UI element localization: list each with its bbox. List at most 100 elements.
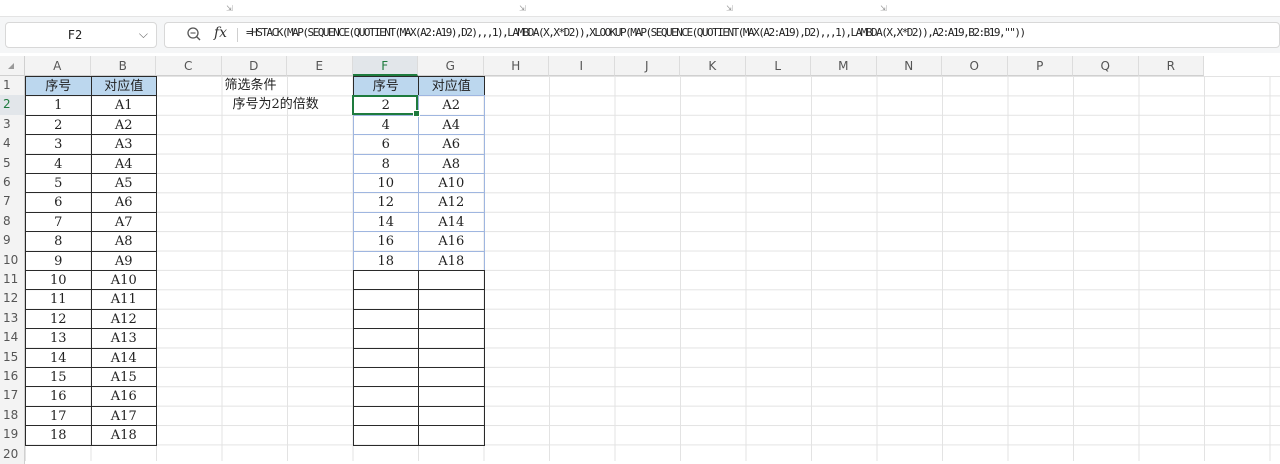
result-table-cell[interactable]: 12: [352, 192, 419, 213]
source-table-cell[interactable]: A13: [90, 328, 157, 349]
result-table-cell[interactable]: A18: [418, 250, 485, 271]
source-table-cell[interactable]: 17: [25, 405, 92, 427]
result-table-empty-cell[interactable]: [352, 386, 419, 407]
ribbon-group-launcher-icon[interactable]: ⇲: [880, 4, 887, 13]
result-table-empty-cell[interactable]: [352, 270, 419, 291]
result-table-cell[interactable]: 4: [352, 114, 419, 136]
result-table-empty-cell[interactable]: [352, 425, 419, 446]
fx-icon[interactable]: fx: [214, 25, 227, 41]
row-header-6[interactable]: 6: [0, 173, 25, 193]
result-table-cell[interactable]: 10: [352, 173, 419, 194]
column-header-l[interactable]: L: [745, 56, 811, 76]
row-header-9[interactable]: 9: [0, 231, 25, 251]
source-table-cell[interactable]: A16: [90, 386, 157, 407]
cell-grid[interactable]: [25, 76, 1280, 461]
result-table-empty-cell[interactable]: [418, 405, 485, 427]
row-header-1[interactable]: 1: [0, 76, 25, 96]
row-header-15[interactable]: 15: [0, 347, 25, 367]
row-header-10[interactable]: 10: [0, 250, 25, 270]
result-table-header[interactable]: 对应值: [418, 76, 485, 97]
source-table-cell[interactable]: A11: [90, 289, 157, 310]
source-table-cell[interactable]: 7: [25, 211, 92, 233]
result-table-cell[interactable]: 8: [352, 153, 419, 174]
spreadsheet-grid[interactable]: A B C D E F G H I J K L M N O P Q R 1 2 3 4 5 6 7 8 9 10 11 12 13 14 15 1…: [0, 56, 1280, 464]
result-table-empty-cell[interactable]: [352, 367, 419, 388]
result-table-cell[interactable]: A16: [418, 231, 485, 252]
source-table-cell[interactable]: A15: [90, 367, 157, 388]
source-table-cell[interactable]: A9: [90, 250, 157, 271]
criteria-label[interactable]: 筛选条件: [225, 76, 277, 95]
source-table-cell[interactable]: 18: [25, 425, 92, 446]
zoom-icon[interactable]: [186, 26, 202, 42]
result-table-empty-cell[interactable]: [352, 328, 419, 349]
chevron-down-icon[interactable]: ⌵: [139, 27, 148, 42]
column-header-k[interactable]: K: [680, 56, 746, 76]
result-table-cell[interactable]: A6: [418, 134, 485, 155]
row-header-16[interactable]: 16: [0, 367, 25, 387]
source-table-cell[interactable]: A10: [90, 270, 157, 291]
source-table-cell[interactable]: A8: [90, 231, 157, 252]
source-table-cell[interactable]: 12: [25, 308, 92, 330]
result-table-empty-cell[interactable]: [352, 405, 419, 427]
result-table-empty-cell[interactable]: [418, 328, 485, 349]
source-table-cell[interactable]: 10: [25, 270, 92, 291]
column-header-a[interactable]: A: [25, 56, 91, 76]
row-header-12[interactable]: 12: [0, 289, 25, 309]
source-table-cell[interactable]: 13: [25, 328, 92, 349]
source-table-cell[interactable]: 15: [25, 367, 92, 388]
row-header-3[interactable]: 3: [0, 114, 25, 135]
row-header-5[interactable]: 5: [0, 153, 25, 173]
source-table-cell[interactable]: A1: [90, 95, 157, 116]
row-header-2[interactable]: 2: [0, 95, 25, 115]
row-header-11[interactable]: 11: [0, 270, 25, 290]
fill-handle[interactable]: [413, 110, 420, 118]
result-table-cell[interactable]: 16: [352, 231, 419, 252]
source-table-cell[interactable]: 3: [25, 134, 92, 155]
column-header-m[interactable]: M: [811, 56, 877, 76]
source-table-cell[interactable]: A5: [90, 173, 157, 194]
column-header-f[interactable]: F: [352, 56, 418, 76]
ribbon-group-launcher-icon[interactable]: ⇲: [519, 4, 526, 13]
result-table-empty-cell[interactable]: [418, 289, 485, 310]
row-header-13[interactable]: 13: [0, 308, 25, 329]
source-table-cell[interactable]: A14: [90, 347, 157, 368]
source-table-cell[interactable]: 9: [25, 250, 92, 271]
result-table-cell[interactable]: A10: [418, 173, 485, 194]
result-table-empty-cell[interactable]: [352, 308, 419, 330]
column-header-n[interactable]: N: [876, 56, 942, 76]
source-table-cell[interactable]: 4: [25, 153, 92, 174]
source-table-cell[interactable]: A2: [90, 114, 157, 136]
column-header-i[interactable]: I: [549, 56, 615, 76]
row-header-14[interactable]: 14: [0, 328, 25, 348]
result-table-cell[interactable]: A2: [418, 95, 485, 116]
row-header-8[interactable]: 8: [0, 211, 25, 232]
ribbon-group-launcher-icon[interactable]: ⇲: [226, 4, 233, 13]
result-table-empty-cell[interactable]: [418, 347, 485, 368]
result-table-cell[interactable]: 14: [352, 211, 419, 233]
row-header-20[interactable]: 20: [0, 444, 25, 464]
result-table-empty-cell[interactable]: [418, 367, 485, 388]
result-table-cell[interactable]: 18: [352, 250, 419, 271]
source-table-cell[interactable]: 6: [25, 192, 92, 213]
source-table-cell[interactable]: A17: [90, 405, 157, 427]
source-table-cell[interactable]: 11: [25, 289, 92, 310]
result-table-cell[interactable]: A14: [418, 211, 485, 233]
column-header-p[interactable]: P: [1007, 56, 1073, 76]
result-table-header[interactable]: 序号: [352, 76, 419, 97]
source-table-cell[interactable]: 1: [25, 95, 92, 116]
result-table-cell[interactable]: 6: [352, 134, 419, 155]
source-table-cell[interactable]: A6: [90, 192, 157, 213]
source-table-cell[interactable]: A18: [90, 425, 157, 446]
result-table-empty-cell[interactable]: [418, 270, 485, 291]
column-header-b[interactable]: B: [90, 56, 156, 76]
result-table-empty-cell[interactable]: [418, 386, 485, 407]
row-header-7[interactable]: 7: [0, 192, 25, 212]
row-header-18[interactable]: 18: [0, 405, 25, 426]
source-table-cell[interactable]: 2: [25, 114, 92, 136]
source-table-cell[interactable]: A7: [90, 211, 157, 233]
result-table-cell[interactable]: A8: [418, 153, 485, 174]
column-header-e[interactable]: E: [287, 56, 353, 76]
column-header-h[interactable]: H: [483, 56, 549, 76]
source-table-cell[interactable]: A3: [90, 134, 157, 155]
result-table-cell[interactable]: A4: [418, 114, 485, 136]
